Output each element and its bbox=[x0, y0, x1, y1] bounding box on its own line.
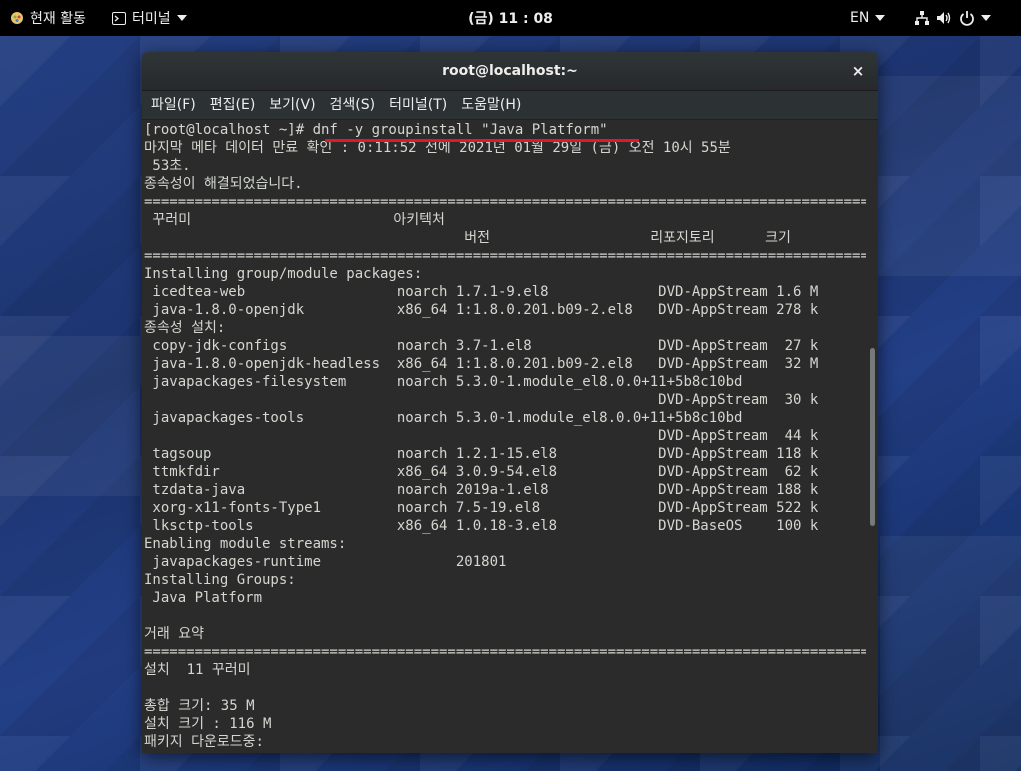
terminal-line: lksctp-tools x86_64 1.0.18-3.el8 DVD-Bas… bbox=[144, 518, 819, 534]
terminal-line: Enabling module streams: bbox=[144, 536, 347, 552]
clock-label: (금) 11 : 08 bbox=[468, 11, 553, 27]
menu-bar: 파일(F) 편집(E) 보기(V) 검색(S) 터미널(T) 도움말(H) bbox=[142, 91, 878, 120]
volume-icon bbox=[937, 12, 951, 24]
close-button[interactable]: × bbox=[848, 61, 868, 81]
language-label: EN bbox=[850, 10, 870, 26]
system-tray[interactable] bbox=[914, 0, 991, 36]
window-title: root@localhost:~ bbox=[442, 63, 578, 79]
top-bar: 현재 활동 터미널 (금) 11 : 08 EN bbox=[0, 0, 1021, 36]
menu-terminal[interactable]: 터미널(T) bbox=[382, 91, 454, 119]
window-titlebar[interactable]: root@localhost:~ × bbox=[142, 52, 878, 91]
terminal-line: xorg-x11-fonts-Type1 noarch 7.5-19.el8 D… bbox=[144, 500, 819, 516]
menu-view[interactable]: 보기(V) bbox=[262, 91, 322, 119]
terminal-line: java-1.8.0-openjdk x86_64 1:1.8.0.201.b0… bbox=[144, 302, 819, 318]
terminal-line: icedtea-web noarch 1.7.1-9.el8 DVD-AppSt… bbox=[144, 284, 819, 300]
chevron-down-icon bbox=[981, 15, 991, 21]
terminal-line: javapackages-tools noarch 5.3.0-1.module… bbox=[144, 410, 743, 426]
terminal-line: 53초. bbox=[144, 158, 191, 174]
network-icon bbox=[915, 11, 929, 25]
terminal-line: Java Platform bbox=[144, 590, 263, 606]
terminal-line: javapackages-runtime 201801 bbox=[144, 554, 507, 570]
menu-help[interactable]: 도움말(H) bbox=[454, 91, 528, 119]
terminal-line: ========================================… bbox=[144, 644, 878, 660]
wallpaper-tile bbox=[878, 76, 1021, 276]
terminal-line: DVD-AppStream 30 k bbox=[144, 392, 819, 408]
scrollbar-thumb[interactable] bbox=[870, 348, 875, 526]
terminal-line: DVD-AppStream 44 k bbox=[144, 428, 819, 444]
chevron-down-icon bbox=[875, 15, 886, 21]
terminal-line: ========================================… bbox=[144, 248, 878, 264]
power-icon bbox=[960, 11, 974, 26]
terminal-line: 버전 리포지토리 크기 bbox=[144, 230, 791, 246]
terminal-line: java-1.8.0-openjdk-headless x86_64 1:1.8… bbox=[144, 356, 819, 372]
terminal-line: 꾸러미 아키텍처 bbox=[144, 212, 445, 228]
scrollbar[interactable] bbox=[866, 120, 878, 753]
terminal-line: 총합 크기: 35 M bbox=[144, 698, 255, 714]
terminal-line: javapackages-filesystem noarch 5.3.0-1.m… bbox=[144, 374, 743, 390]
terminal-line: 패키지 다운로드중: bbox=[144, 734, 264, 750]
terminal-line: 설치 크기 : 116 M bbox=[144, 716, 272, 732]
terminal-line: [root@localhost ~]# dnf -y groupinstall … bbox=[144, 122, 608, 138]
terminal-line: 종속성이 해결되었습니다. bbox=[144, 176, 303, 192]
terminal-line: tagsoup noarch 1.2.1-15.el8 DVD-AppStrea… bbox=[144, 446, 819, 462]
terminal-text: [root@localhost ~]# dnf -y groupinstall … bbox=[144, 121, 878, 751]
terminal-window[interactable]: root@localhost:~ × 파일(F) 편집(E) 보기(V) 검색(… bbox=[142, 52, 878, 753]
terminal-line: ttmkfdir x86_64 3.0.9-54.el8 DVD-AppStre… bbox=[144, 464, 819, 480]
menu-search[interactable]: 검색(S) bbox=[323, 91, 383, 119]
terminal-line: copy-jdk-configs noarch 3.7-1.el8 DVD-Ap… bbox=[144, 338, 819, 354]
terminal-line: 종속성 설치: bbox=[144, 320, 226, 336]
wallpaper-tile bbox=[880, 536, 1021, 771]
close-icon: × bbox=[851, 62, 865, 80]
terminal-line: Installing Groups: bbox=[144, 572, 296, 588]
terminal-line: 거래 요약 bbox=[144, 626, 204, 642]
wallpaper-tile bbox=[0, 336, 140, 496]
terminal-line: 설치 11 꾸러미 bbox=[144, 662, 251, 678]
terminal-line: tzdata-java noarch 2019a-1.el8 DVD-AppSt… bbox=[144, 482, 819, 498]
terminal-line: ========================================… bbox=[144, 194, 878, 210]
menu-file[interactable]: 파일(F) bbox=[144, 91, 203, 119]
terminal-line: Installing group/module packages: bbox=[144, 266, 423, 282]
menu-edit[interactable]: 편집(E) bbox=[203, 91, 263, 119]
terminal-output[interactable]: [root@localhost ~]# dnf -y groupinstall … bbox=[142, 120, 878, 753]
command-highlight-underline bbox=[325, 139, 639, 142]
language-selector[interactable]: EN bbox=[850, 0, 886, 36]
